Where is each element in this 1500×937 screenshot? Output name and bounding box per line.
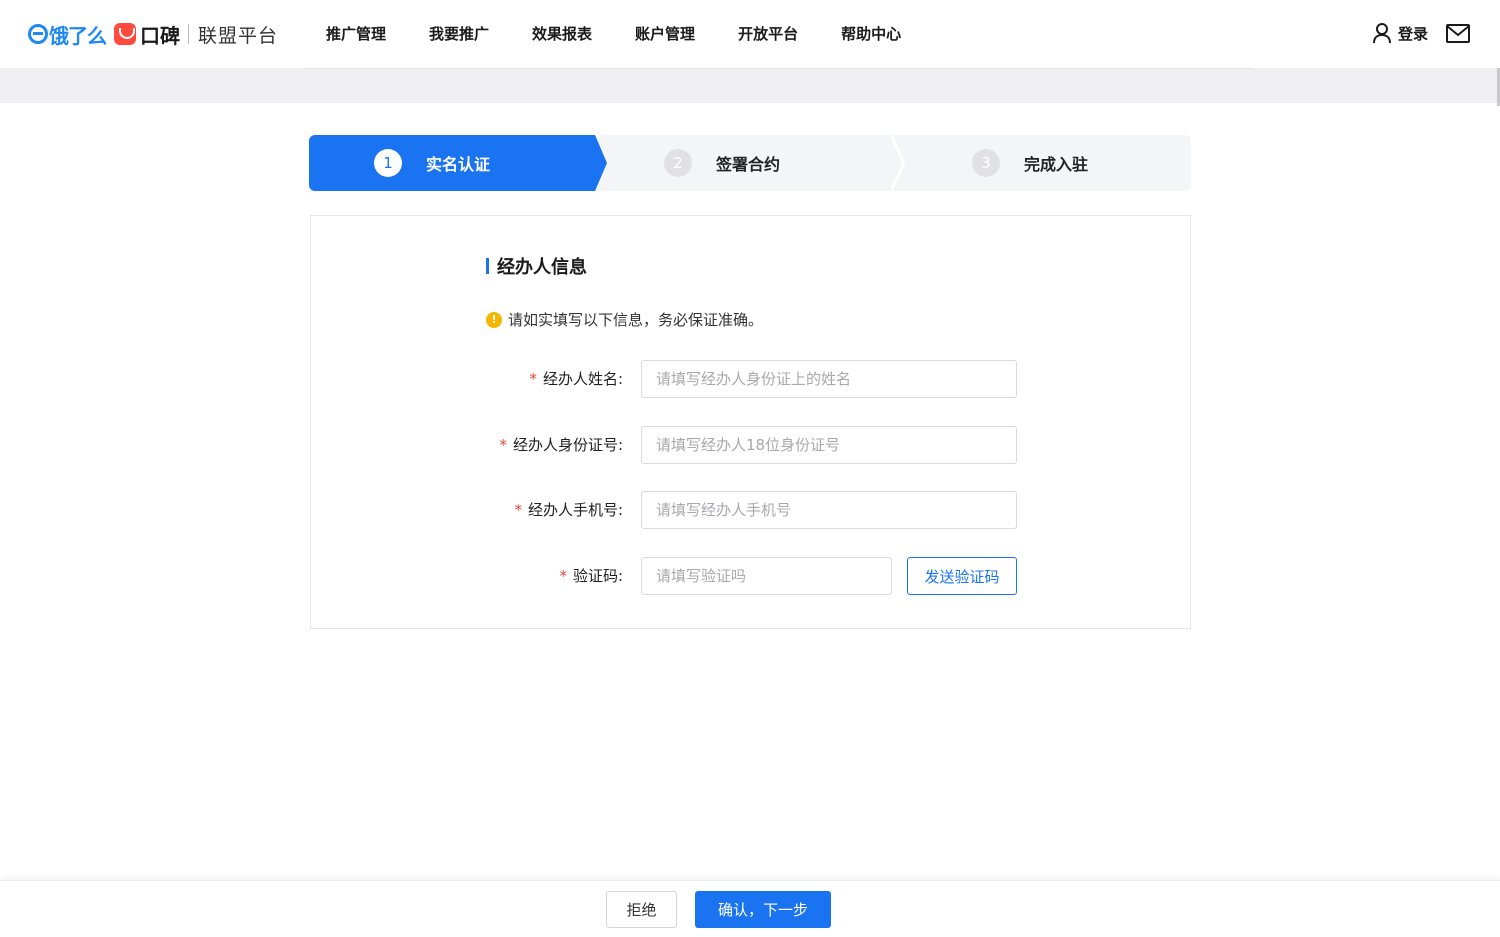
- verification-code-input[interactable]: [641, 557, 892, 595]
- step-real-name-verification: 1 实名认证: [374, 135, 490, 191]
- koubei-logo: 口碑: [114, 20, 180, 49]
- info-notice: ! 请如实填写以下信息，务必保证准确。: [486, 309, 763, 330]
- agent-name-input[interactable]: [641, 360, 1017, 398]
- send-code-button[interactable]: 发送验证码: [907, 557, 1017, 595]
- koubei-icon: [114, 23, 136, 45]
- step-number: 2: [664, 149, 692, 177]
- form-row-agent-id: * 经办人身份证号:: [311, 426, 1192, 464]
- footer-action-bar: 拒绝 确认，下一步: [0, 880, 1500, 937]
- reject-button[interactable]: 拒绝: [606, 891, 677, 928]
- agent-phone-input[interactable]: [641, 491, 1017, 529]
- field-label-text: 经办人姓名:: [542, 370, 623, 388]
- logo-divider: [188, 24, 189, 44]
- nav-item-reports[interactable]: 效果报表: [532, 22, 592, 46]
- top-header: 饿了么 口碑 联盟平台 推广管理 我要推广 效果报表 账户管理 开放平台 帮助中…: [0, 0, 1500, 68]
- agent-info-card: 经办人信息 ! 请如实填写以下信息，务必保证准确。 * 经办人姓名: * 经办人身份…: [310, 215, 1191, 629]
- step-label: 签署合约: [716, 155, 781, 174]
- warning-icon: !: [486, 311, 502, 328]
- sub-header-bar: [0, 68, 1500, 103]
- step-progress: 1 实名认证 2 签署合约 3 完成入驻: [309, 135, 1191, 191]
- field-label-text: 验证码:: [572, 567, 623, 585]
- user-icon: [1372, 23, 1391, 44]
- nav-item-account[interactable]: 账户管理: [635, 22, 695, 46]
- step-divider-chevron: [891, 135, 905, 191]
- eleme-e-icon: [28, 24, 48, 44]
- brand-logo[interactable]: 饿了么 口碑 联盟平台: [28, 20, 278, 48]
- login-button[interactable]: 登录: [1372, 22, 1428, 44]
- agent-id-input[interactable]: [641, 426, 1017, 464]
- required-mark: *: [559, 567, 567, 585]
- form-row-agent-phone: * 经办人手机号:: [311, 491, 1192, 529]
- confirm-next-button[interactable]: 确认，下一步: [695, 891, 831, 928]
- step-number: 1: [374, 149, 402, 177]
- main-nav: 推广管理 我要推广 效果报表 账户管理 开放平台 帮助中心: [326, 22, 944, 46]
- form-row-verification-code: * 验证码: 发送验证码: [311, 557, 1192, 595]
- eleme-logo-text: 饿了么: [49, 23, 107, 48]
- nav-item-open-platform[interactable]: 开放平台: [738, 22, 798, 46]
- mail-icon[interactable]: [1446, 23, 1470, 43]
- verification-code-label: * 验证码:: [559, 557, 623, 595]
- nav-item-promote[interactable]: 我要推广: [429, 22, 489, 46]
- step-complete-onboarding: 3 完成入驻: [972, 135, 1088, 191]
- eleme-logo: 饿了么: [28, 20, 107, 49]
- agent-phone-label: * 经办人手机号:: [514, 491, 623, 529]
- section-title: 经办人信息: [486, 253, 587, 279]
- step-number: 3: [972, 149, 1000, 177]
- agent-name-label: * 经办人姓名:: [529, 360, 623, 398]
- step-sign-contract: 2 签署合约: [664, 135, 780, 191]
- section-title-text: 经办人信息: [497, 257, 587, 278]
- header-actions: 登录: [1372, 22, 1470, 44]
- title-accent-bar: [486, 258, 489, 274]
- login-label: 登录: [1397, 24, 1428, 43]
- field-label-text: 经办人身份证号:: [512, 436, 623, 454]
- form-row-agent-name: * 经办人姓名:: [311, 360, 1192, 398]
- nav-item-promotion-management[interactable]: 推广管理: [326, 22, 386, 46]
- step-label: 完成入驻: [1024, 155, 1089, 174]
- field-label-text: 经办人手机号:: [527, 501, 623, 519]
- step-label: 实名认证: [426, 155, 491, 174]
- required-mark: *: [529, 370, 537, 388]
- required-mark: *: [514, 501, 522, 519]
- nav-item-help-center[interactable]: 帮助中心: [841, 22, 901, 46]
- koubei-logo-text: 口碑: [140, 23, 180, 48]
- subbar-divider: [305, 68, 1253, 69]
- platform-name: 联盟平台: [198, 24, 279, 47]
- required-mark: *: [499, 436, 507, 454]
- agent-id-label: * 经办人身份证号:: [499, 426, 623, 464]
- notice-text: 请如实填写以下信息，务必保证准确。: [508, 311, 764, 329]
